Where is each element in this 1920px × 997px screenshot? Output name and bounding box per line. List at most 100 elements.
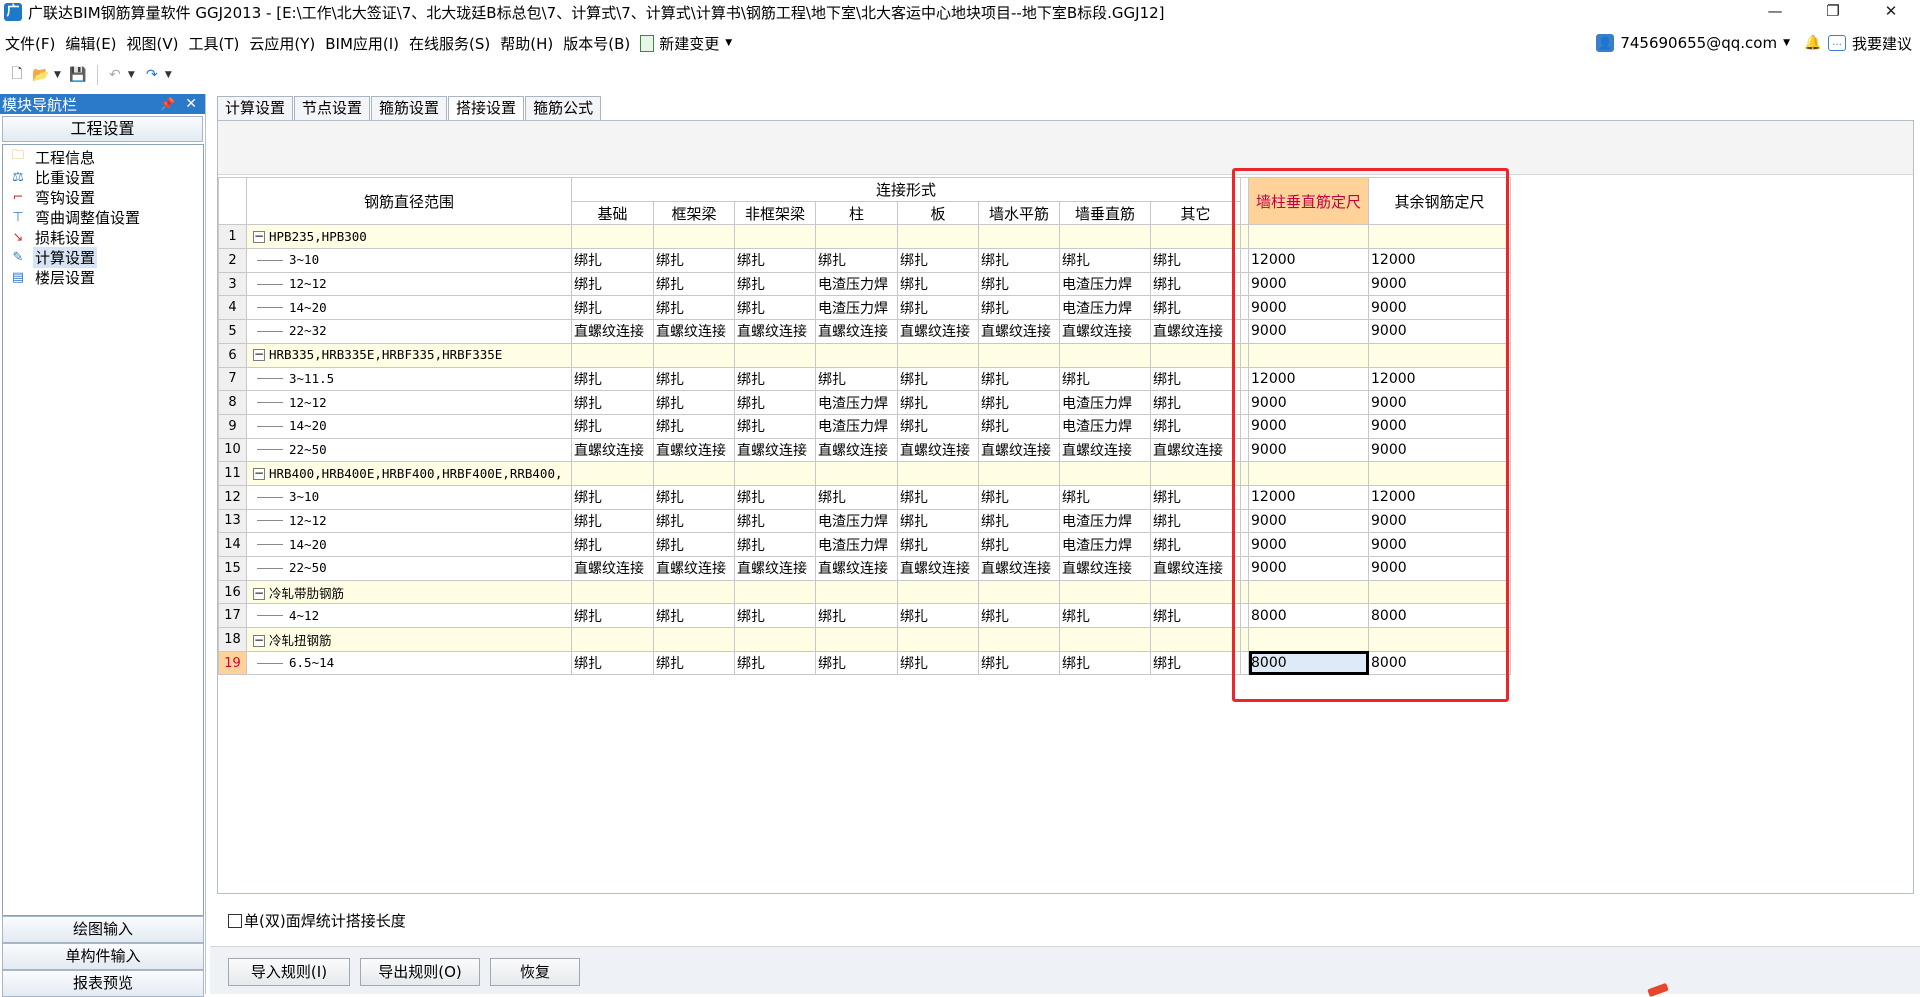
other-length-cell[interactable]: 9000 [1368, 295, 1511, 321]
connection-cell[interactable] [978, 627, 1060, 652]
connection-cell[interactable]: 绑扎 [1150, 484, 1241, 510]
connection-cell[interactable]: 绑扎 [978, 650, 1060, 676]
connection-cell[interactable]: 直螺纹连接 [978, 319, 1060, 344]
connection-cell[interactable]: 直螺纹连接 [815, 437, 898, 463]
collapse-icon[interactable]: − [253, 230, 265, 243]
connection-cell[interactable]: 电渣压力焊 [815, 390, 898, 415]
connection-cell[interactable] [653, 224, 735, 250]
connection-cell[interactable]: 直螺纹连接 [1059, 437, 1151, 463]
wall-column-length-cell[interactable]: 9000 [1248, 295, 1369, 321]
connection-cell[interactable]: 绑扎 [571, 508, 654, 534]
nav-item-bend[interactable]: ⊤ 弯曲调整值设置 [3, 207, 203, 227]
other-length-cell[interactable]: 12000 [1368, 484, 1511, 510]
connection-cell[interactable]: 绑扎 [978, 413, 1060, 439]
range-cell[interactable]: 4~12 [246, 603, 572, 629]
other-length-cell[interactable] [1368, 461, 1511, 486]
connection-cell[interactable] [734, 579, 816, 605]
connection-cell[interactable]: 绑扎 [1059, 603, 1151, 629]
wall-column-length-cell[interactable]: 9000 [1248, 508, 1369, 534]
connection-cell[interactable]: 直螺纹连接 [1150, 437, 1241, 463]
wall-column-length-cell[interactable] [1248, 579, 1369, 605]
connection-cell[interactable]: 绑扎 [653, 413, 735, 439]
connection-cell[interactable]: 直螺纹连接 [734, 319, 816, 344]
connection-cell[interactable]: 绑扎 [571, 295, 654, 321]
connection-cell[interactable]: 绑扎 [897, 484, 979, 510]
connection-cell[interactable] [978, 342, 1060, 368]
range-cell[interactable]: 22~32 [246, 319, 572, 344]
nav-close-icon[interactable]: ✕ [185, 96, 197, 112]
weld-lap-option[interactable]: 单(双)面焊统计搭接长度 [228, 910, 406, 931]
menu-tools[interactable]: 工具(T) [184, 33, 245, 54]
connection-cell[interactable]: 绑扎 [978, 508, 1060, 534]
connection-cell[interactable]: 直螺纹连接 [815, 319, 898, 344]
range-cell[interactable]: 12~12 [246, 508, 572, 534]
connection-cell[interactable]: 绑扎 [734, 508, 816, 534]
save-icon[interactable]: 💾 [67, 64, 89, 86]
other-length-cell[interactable]: 9000 [1368, 271, 1511, 297]
connection-cell[interactable]: 绑扎 [734, 390, 816, 415]
row-number[interactable]: 8 [218, 390, 247, 415]
collapse-icon[interactable]: − [253, 467, 265, 480]
open-folder-icon[interactable]: 📂 [30, 64, 52, 86]
connection-cell[interactable]: 绑扎 [571, 271, 654, 297]
row-number[interactable]: 12 [218, 484, 247, 510]
connection-cell[interactable] [571, 627, 654, 652]
connection-cell[interactable]: 绑扎 [571, 413, 654, 439]
connection-cell[interactable]: 绑扎 [653, 650, 735, 676]
range-cell[interactable]: − HPB235,HPB300 [246, 224, 572, 250]
connection-cell[interactable]: 电渣压力焊 [1059, 390, 1151, 415]
connection-cell[interactable]: 直螺纹连接 [653, 556, 735, 581]
connection-cell[interactable] [978, 224, 1060, 250]
connection-cell[interactable]: 直螺纹连接 [897, 437, 979, 463]
connection-cell[interactable] [571, 224, 654, 250]
connection-cell[interactable]: 绑扎 [571, 390, 654, 415]
connection-cell[interactable] [897, 627, 979, 652]
range-cell[interactable]: 12~12 [246, 271, 572, 297]
range-cell[interactable]: 3~10 [246, 484, 572, 510]
wall-column-length-cell[interactable]: 9000 [1248, 390, 1369, 415]
menu-help[interactable]: 帮助(H) [495, 33, 558, 54]
row-number[interactable]: 3 [218, 271, 247, 297]
connection-cell[interactable]: 电渣压力焊 [815, 413, 898, 439]
connection-cell[interactable] [815, 461, 898, 486]
wall-column-length-cell[interactable]: 12000 [1248, 484, 1369, 510]
connection-cell[interactable]: 绑扎 [1150, 295, 1241, 321]
connection-cell[interactable]: 绑扎 [1150, 413, 1241, 439]
tab-stirrup-settings[interactable]: 箍筋设置 [371, 96, 448, 120]
connection-cell[interactable]: 直螺纹连接 [734, 556, 816, 581]
wall-column-length-cell[interactable]: 8000 [1248, 650, 1369, 676]
undo-icon[interactable]: ↶ [104, 64, 126, 86]
account-name[interactable]: 745690655@qq.com [1620, 34, 1777, 52]
connection-cell[interactable]: 绑扎 [653, 271, 735, 297]
row-number[interactable]: 13 [218, 508, 247, 534]
tab-calc-settings[interactable]: 计算设置 [217, 96, 294, 120]
connection-cell[interactable] [978, 579, 1060, 605]
other-length-cell[interactable] [1368, 627, 1511, 652]
tab-lap-settings[interactable]: 搭接设置 [448, 96, 525, 121]
connection-cell[interactable] [653, 461, 735, 486]
connection-cell[interactable]: 绑扎 [571, 248, 654, 273]
other-length-cell[interactable]: 8000 [1368, 650, 1511, 676]
nav-drawing-input[interactable]: 绘图输入 [2, 916, 204, 943]
restore-button[interactable]: 恢复 [490, 958, 580, 986]
connection-cell[interactable]: 电渣压力焊 [815, 295, 898, 321]
weld-lap-checkbox[interactable] [228, 913, 242, 928]
connection-cell[interactable]: 绑扎 [653, 295, 735, 321]
connection-cell[interactable] [1059, 342, 1151, 368]
connection-cell[interactable]: 绑扎 [978, 603, 1060, 629]
connection-cell[interactable] [653, 342, 735, 368]
connection-cell[interactable] [571, 579, 654, 605]
row-number[interactable]: 17 [218, 603, 247, 629]
other-length-cell[interactable]: 8000 [1368, 603, 1511, 629]
connection-cell[interactable]: 绑扎 [571, 603, 654, 629]
connection-cell[interactable]: 绑扎 [897, 508, 979, 534]
connection-cell[interactable] [571, 342, 654, 368]
connection-cell[interactable] [815, 224, 898, 250]
other-length-cell[interactable]: 12000 [1368, 248, 1511, 273]
nav-section-project-settings[interactable]: 工程设置 [2, 116, 203, 142]
connection-cell[interactable]: 绑扎 [734, 248, 816, 273]
wall-column-length-cell[interactable]: 12000 [1248, 248, 1369, 273]
row-number[interactable]: 9 [218, 413, 247, 439]
connection-cell[interactable]: 电渣压力焊 [1059, 271, 1151, 297]
wall-column-length-cell[interactable]: 12000 [1248, 366, 1369, 392]
